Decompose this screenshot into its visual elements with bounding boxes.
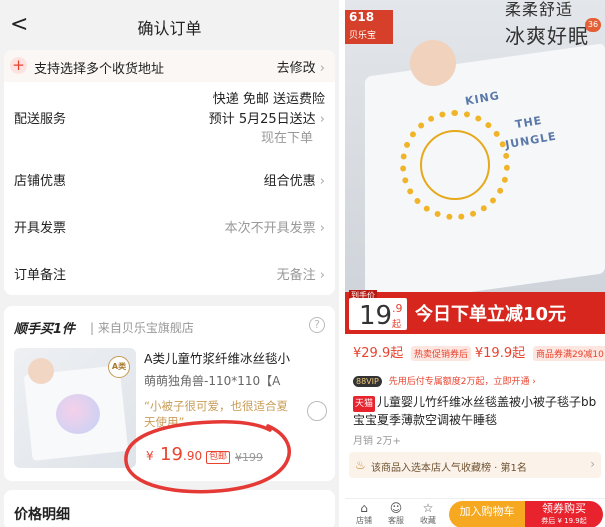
order-options-card: + 支持选择多个收货地址 去修改 › 配送服务 快递 免邮 送运费险 预计 5月…	[4, 50, 335, 295]
price-integer: 19	[160, 444, 183, 465]
select-radio[interactable]	[307, 401, 327, 421]
add-on-card: 顺手买1件 | 来自贝乐宝旗舰店 ? A类 A类儿童竹浆纤维冰丝毯小 萌萌独角兽…	[4, 306, 335, 481]
delivery-line2[interactable]: 预计 5月25日送达 ›	[209, 108, 325, 127]
original-price: ¥199	[235, 451, 263, 464]
vip-row[interactable]: 88VIP 先用后付专属额度2万起，立即开通 ›	[353, 374, 536, 387]
shop-discount-label: 店铺优惠	[14, 174, 67, 189]
promo-text: 今日下单立减10元	[415, 304, 567, 325]
add-on-title: 顺手买1件	[14, 322, 76, 337]
star-icon: ☆	[422, 501, 434, 515]
coupon-pill: 热卖促销券后	[411, 346, 472, 361]
brand-tag[interactable]: 618 贝乐宝	[345, 10, 393, 44]
service-tab[interactable]: ☺ 客服	[381, 501, 411, 526]
remark-label: 订单备注	[14, 268, 67, 283]
edit-address-link[interactable]: 去修改 ›	[277, 57, 325, 76]
remark-value[interactable]: 无备注 ›	[277, 264, 325, 283]
price-detail-title: 价格明细	[14, 507, 70, 523]
promo-price-box: 19 .9 起	[349, 298, 407, 331]
product-hero-image[interactable]: KING THE JUNGLE 618 贝乐宝 柔柔舒适 冰爽好眠 36	[345, 0, 605, 300]
shop-discount-value[interactable]: 组合优惠 ›	[264, 170, 325, 189]
tmall-badge: 天猫	[353, 396, 376, 412]
image-count-badge: 36	[585, 18, 601, 32]
unicorn-pattern	[56, 394, 100, 434]
grade-badge: A类	[108, 356, 130, 378]
chevron-right-icon: ›	[319, 174, 325, 189]
bottom-bar: ⌂ 店铺 ☺ 客服 ☆ 收藏 加入购物车 领券购买 券后 ¥ 19.9起	[345, 498, 605, 527]
price-decimal: .90	[183, 449, 203, 463]
price-currency: ¥	[146, 449, 154, 463]
product-info: ¥29.9起 热卖促销券后 ¥19.9起 商品券满29减10 88VIP 先用后…	[345, 334, 605, 527]
product-title: 天猫 儿童婴儿竹纤维冰丝毯盖被小被子毯子bb宝宝夏季薄款空调被午睡毯	[353, 395, 597, 427]
after-coupon-price: ¥19.9起	[474, 346, 526, 361]
chevron-right-icon: ›	[319, 112, 325, 127]
product-name[interactable]: A类儿童竹浆纤维冰丝毯小	[144, 348, 329, 367]
delivery-line1: 快递 免邮 送运费险	[212, 92, 325, 107]
invoice-value[interactable]: 本次不开具发票 ›	[225, 217, 325, 236]
product-detail-screen: KING THE JUNGLE 618 贝乐宝 柔柔舒适 冰爽好眠 36 到手价…	[345, 0, 605, 527]
baby-figure	[410, 40, 456, 86]
free-shipping-tag: 包邮	[206, 451, 231, 464]
page-title: 确认订单	[137, 19, 202, 38]
promo-banner: 到手价 19 .9 起 今日下单立减10元	[345, 290, 605, 334]
plus-icon: +	[10, 57, 27, 74]
add-to-cart-button[interactable]: 加入购物车	[449, 501, 525, 527]
multi-address-label: 支持选择多个收货地址	[34, 62, 165, 77]
chat-icon: ☺	[389, 501, 403, 515]
fire-icon: ♨	[355, 458, 366, 472]
nav-bar: < 确认订单	[0, 0, 339, 50]
help-icon[interactable]: ?	[309, 317, 325, 333]
price-detail-card: 价格明细	[4, 490, 335, 527]
delivery-line3: 现在下单	[260, 131, 313, 146]
confirm-order-screen: < 确认订单 + 支持选择多个收货地址 去修改 › 配送服务 快递 免邮 送运费…	[0, 0, 339, 527]
rank-banner[interactable]: ♨ 该商品入选本店人气收藏榜 · 第1名 ›	[349, 452, 601, 478]
add-on-shop-name: | 来自贝乐宝旗舰店	[90, 321, 194, 335]
multi-address-row[interactable]: + 支持选择多个收货地址 去修改 ›	[4, 50, 335, 82]
product-spec[interactable]: 萌萌独角兽-110*110【A	[144, 372, 329, 389]
product-thumbnail[interactable]: A类	[14, 348, 136, 468]
delivery-label: 配送服务	[14, 112, 67, 127]
chevron-right-icon: ›	[319, 61, 325, 76]
chevron-right-icon: ›	[319, 268, 325, 283]
slogan-line1: 柔柔舒适	[505, 0, 574, 19]
slogan-line2: 冰爽好眠	[505, 24, 589, 48]
buy-with-coupon-button[interactable]: 领券购买 券后 ¥ 19.9起	[525, 501, 603, 527]
favorite-tab[interactable]: ☆ 收藏	[413, 501, 443, 526]
chevron-right-icon: ›	[590, 457, 595, 471]
vip-badge: 88VIP	[353, 376, 382, 387]
chevron-right-icon: ›	[319, 221, 325, 236]
price-row: ¥29.9起 热卖促销券后 ¥19.9起 商品券满29减10	[353, 342, 605, 361]
invoice-label: 开具发票	[14, 221, 67, 236]
current-price: ¥29.9起	[353, 346, 404, 361]
product-review-quote: “小被子很可爱，也很适合夏天使用”	[144, 399, 288, 429]
shop-tab[interactable]: ⌂ 店铺	[349, 501, 379, 526]
store-coupon-pill[interactable]: 商品券满29减10	[532, 346, 605, 361]
monthly-sales: 月销 2万+	[353, 436, 401, 447]
store-icon: ⌂	[360, 501, 368, 515]
